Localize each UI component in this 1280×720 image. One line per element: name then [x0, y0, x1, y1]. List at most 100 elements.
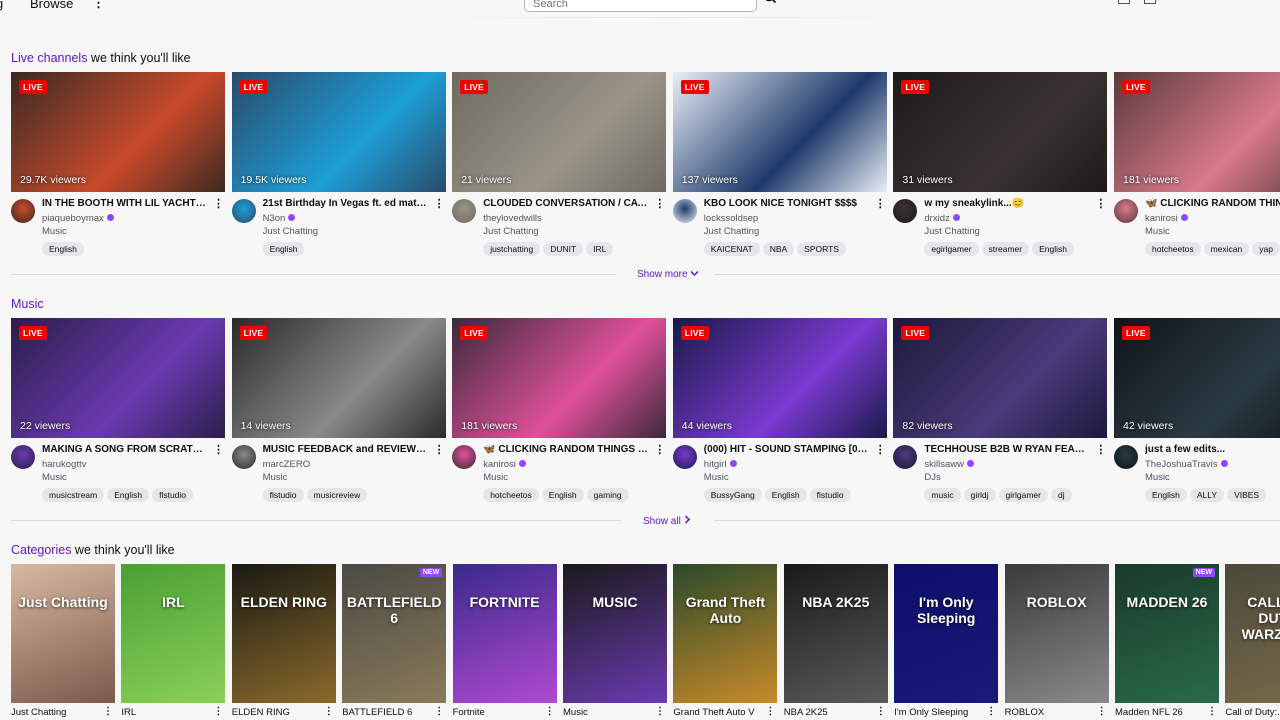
stream-card[interactable]: LIVE 22 viewers MAKING A SONG FROM SCRATCH… — [11, 318, 225, 503]
tag[interactable]: English — [1145, 488, 1187, 502]
category-card[interactable]: FORTNITE Fortnite ⋮ — [452, 564, 557, 720]
stream-card[interactable]: LIVE 31 viewers w my sneakylink...😊 ⋮ drxidz… — [893, 72, 1108, 257]
category-box-art[interactable]: NBA 2K25 — [783, 564, 888, 703]
stream-card[interactable]: LIVE 181 viewers 🦋 CLICKING RANDOM THINGS … — [452, 318, 667, 503]
channel-name[interactable]: lockssoldsep — [704, 213, 758, 224]
channel-name[interactable]: skillsaww — [924, 459, 974, 470]
stream-thumbnail[interactable]: LIVE 82 viewers — [893, 318, 1108, 438]
category-box-art[interactable]: ELDEN RING — [231, 564, 336, 703]
more-options-icon[interactable]: ⋮ — [545, 706, 555, 717]
stream-card[interactable]: LIVE 21 viewers CLOUDED CONVERSATION / CAT… — [452, 72, 667, 257]
categories-heading-link[interactable]: Categories — [11, 543, 71, 557]
channel-name[interactable]: theylovedwills — [483, 213, 542, 224]
category-name[interactable]: ELDEN RING — [232, 707, 290, 718]
category-name[interactable]: I'm Only Sleeping — [894, 707, 968, 718]
channel-name[interactable]: kanirosi — [483, 459, 526, 470]
more-options-icon[interactable]: ⋮ — [654, 443, 665, 456]
stream-title[interactable]: CLOUDED CONVERSATION / CATC... — [483, 198, 649, 209]
channel-name[interactable]: harukogttv — [42, 459, 86, 470]
channel-name[interactable]: hitgirl — [704, 459, 737, 470]
tag[interactable]: BussyGang — [703, 488, 762, 502]
stream-title[interactable]: w my sneakylink...😊 — [924, 198, 1090, 209]
channel-name[interactable]: kanirosi — [1145, 213, 1188, 224]
tag[interactable]: hotcheetos — [483, 488, 539, 502]
stream-title[interactable]: (000) HIT - SOUND STAMPING [00... — [704, 444, 870, 455]
category-card[interactable]: CALL OF DUTY WARZONECall of Duty:...⋮ — [1225, 564, 1280, 720]
category-box-art[interactable]: I'm Only Sleeping — [894, 564, 999, 703]
notifications-icon[interactable] — [1144, 0, 1156, 4]
tag[interactable]: English — [764, 488, 807, 502]
more-options-icon[interactable]: ⋮ — [875, 443, 886, 456]
category-link[interactable]: Music — [1145, 226, 1170, 237]
tag[interactable]: girldj — [963, 488, 996, 502]
stream-card[interactable]: LIVE 14 viewers MUSIC FEEDBACK and REVIEW!… — [231, 318, 446, 503]
category-link[interactable]: Just Chatting — [263, 226, 318, 237]
stream-card[interactable]: LIVE 181 viewers 🦋 CLICKING RANDOM THINGS … — [1114, 72, 1280, 257]
category-card[interactable]: Just Chatting Just Chatting ⋮ — [11, 564, 115, 720]
tag[interactable]: ALLY — [1189, 488, 1225, 502]
avatar[interactable] — [893, 199, 918, 223]
category-box-art[interactable]: IRL — [121, 564, 226, 703]
category-card[interactable]: ROBLOX ROBLOX ⋮ — [1004, 564, 1109, 720]
tag[interactable]: musicreview — [306, 488, 368, 502]
category-card[interactable]: NBA 2K25 NBA 2K25 ⋮ — [783, 564, 888, 720]
category-box-art[interactable]: BATTLEFIELD 6 NEW — [342, 564, 447, 703]
stream-title[interactable]: 🦋 CLICKING RANDOM THINGS UN... — [1145, 198, 1280, 209]
avatar[interactable] — [452, 199, 477, 223]
nav-item-partial[interactable]: g — [0, 0, 3, 11]
category-box-art[interactable]: MADDEN 26 NEW — [1115, 564, 1219, 703]
category-name[interactable]: BATTLEFIELD 6 — [342, 707, 412, 718]
tag[interactable]: NBA — [762, 242, 795, 256]
tag[interactable]: gaming — [586, 488, 629, 502]
more-options-icon[interactable]: ⋮ — [213, 197, 224, 210]
tag[interactable]: musicstream — [42, 488, 105, 502]
category-box-art[interactable]: MUSIC — [563, 564, 667, 703]
tag[interactable]: SPORTS — [797, 242, 846, 256]
search-button[interactable] — [760, 0, 780, 10]
category-name[interactable]: ROBLOX — [1005, 707, 1045, 718]
more-options-icon[interactable]: ⋮ — [213, 706, 223, 717]
stream-title[interactable]: 21st Birthday In Vegas ft. ed matthe... — [263, 198, 429, 209]
stream-card[interactable]: LIVE 82 viewers TECHHOUSE B2B W RYAN FEARO… — [893, 318, 1108, 503]
avatar[interactable] — [11, 445, 35, 469]
category-name[interactable]: Call of Duty:... — [1225, 707, 1280, 718]
more-options-icon[interactable]: ⋮ — [434, 443, 445, 456]
stream-card[interactable]: LIVE 44 viewers (000) HIT - SOUND STAMPING… — [672, 318, 887, 503]
tag[interactable]: justchatting — [483, 242, 541, 256]
channel-name[interactable]: TheJoshuaTravis — [1145, 459, 1228, 470]
show-more-button[interactable]: Show more — [637, 269, 699, 280]
tag[interactable]: English — [541, 488, 584, 502]
category-box-art[interactable]: Grand Theft Auto — [673, 564, 778, 703]
tag[interactable]: English — [1032, 242, 1074, 256]
channel-name[interactable]: drxidz — [924, 213, 960, 224]
tag[interactable]: flstudio — [809, 488, 851, 502]
tag[interactable]: dj — [1050, 488, 1072, 502]
tag[interactable]: egirlgamer — [924, 242, 979, 256]
more-options-icon[interactable]: ⋮ — [434, 706, 444, 717]
live-channels-heading-link[interactable]: Live channels — [11, 51, 87, 65]
tag[interactable]: yap — [1252, 242, 1280, 256]
more-options-icon[interactable]: ⋮ — [1095, 443, 1106, 456]
music-heading-link[interactable]: Music — [11, 297, 44, 311]
stream-card[interactable]: LIVE42 viewersjust a few edits...⋮TheJos… — [1114, 318, 1280, 503]
stream-thumbnail[interactable]: LIVE 44 viewers — [672, 318, 887, 438]
stream-title[interactable]: TECHHOUSE B2B W RYAN FEARON — [924, 444, 1090, 455]
more-options-icon[interactable]: ⋮ — [765, 706, 775, 717]
stream-thumbnail[interactable]: LIVE 22 viewers — [11, 318, 225, 438]
category-name[interactable]: IRL — [121, 707, 136, 718]
avatar[interactable] — [231, 199, 256, 223]
avatar[interactable] — [1114, 199, 1138, 223]
stream-title[interactable]: IN THE BOOTH WITH LIL YACHTY & ... — [42, 198, 208, 209]
tag[interactable]: VIBES — [1227, 488, 1267, 502]
avatar[interactable] — [231, 445, 256, 469]
search-box[interactable] — [524, 0, 757, 12]
more-menu-icon[interactable]: ⋮ — [92, 0, 105, 11]
tag[interactable]: IRL — [586, 242, 614, 256]
stream-thumbnail[interactable]: LIVE 29.7K viewers — [11, 72, 225, 192]
nav-browse-link[interactable]: Browse — [30, 0, 73, 11]
category-card[interactable]: I'm Only Sleeping I'm Only Sleeping ⋮ — [894, 564, 999, 720]
stream-thumbnail[interactable]: LIVE 31 viewers — [893, 72, 1108, 192]
stream-thumbnail[interactable]: LIVE 181 viewers — [452, 318, 667, 438]
avatar[interactable] — [11, 199, 35, 223]
stream-thumbnail[interactable]: LIVE 181 viewers — [1114, 72, 1280, 192]
